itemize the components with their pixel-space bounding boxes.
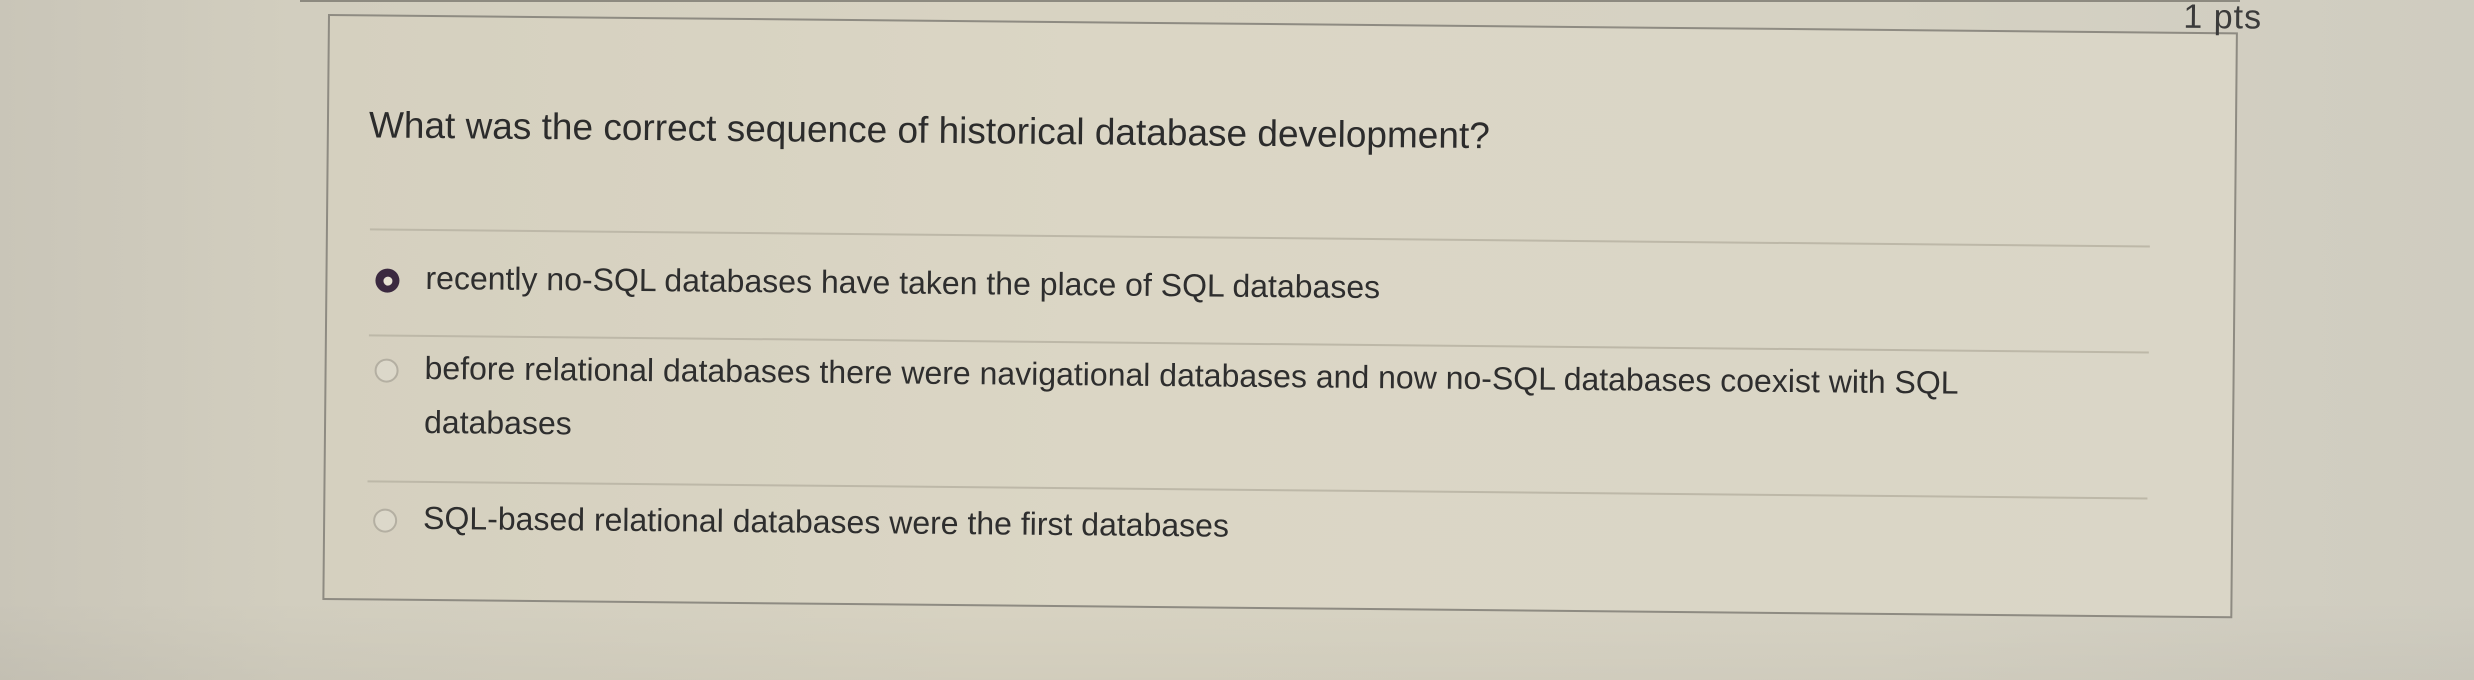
answer-label: before relational databases there were n… bbox=[423, 349, 1958, 442]
question-card: 1 pts What was the correct sequence of h… bbox=[322, 0, 2262, 619]
answers-divider bbox=[369, 228, 2150, 248]
answer-option-3[interactable]: SQL-based relational databases were the … bbox=[373, 500, 2153, 561]
question-text: What was the correct sequence of histori… bbox=[368, 104, 1491, 157]
radio-button[interactable] bbox=[373, 508, 398, 533]
previous-question-edge bbox=[300, 0, 2240, 2]
answer-option-1[interactable]: recently no-SQL databases have taken the… bbox=[375, 260, 2155, 321]
answer-label: recently no-SQL databases have taken the… bbox=[425, 259, 1381, 306]
answer-label: SQL-based relational databases were the … bbox=[422, 499, 1230, 544]
radio-button[interactable] bbox=[374, 358, 399, 383]
points-label: 1 pts bbox=[2183, 0, 2263, 37]
radio-button-selected[interactable] bbox=[375, 268, 400, 293]
answer-option-2[interactable]: before relational databases there were n… bbox=[374, 350, 2155, 465]
